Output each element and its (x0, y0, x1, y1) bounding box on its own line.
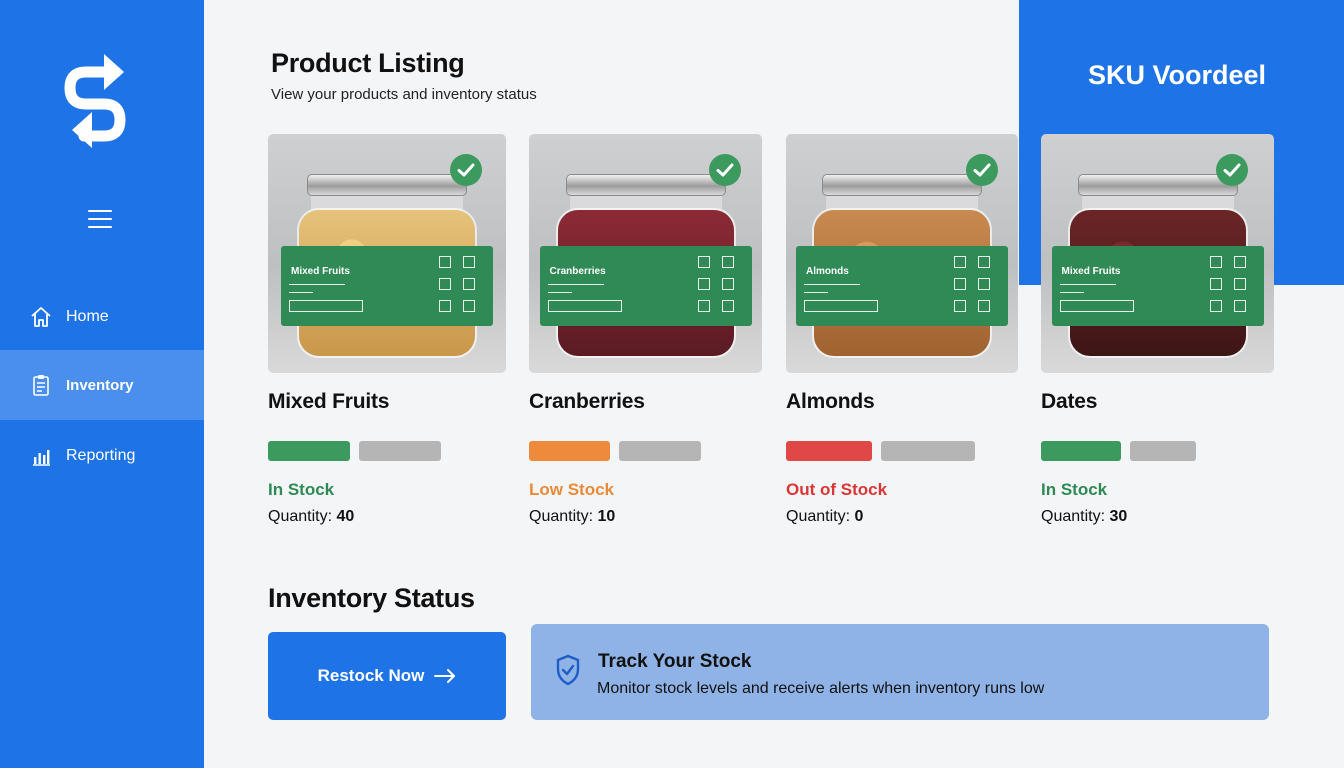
product-name: Dates (1041, 390, 1098, 413)
nav-item-home[interactable]: Home (0, 282, 204, 352)
product-name: Almonds (786, 390, 875, 413)
quantity-label: Quantity: (786, 508, 851, 525)
sidebar: Home Inventory Reporting (0, 0, 204, 768)
jar-label-text: Mixed Fruits (1061, 266, 1121, 277)
jar-image: Mixed Fruits (1051, 174, 1264, 360)
nav-item-label: Inventory (66, 376, 134, 394)
logo-icon[interactable] (58, 50, 138, 150)
quantity-label: Quantity: (268, 508, 333, 525)
quantity-value: 30 (1109, 508, 1128, 525)
status-badge: Out of Stock (786, 480, 888, 499)
quantity: Quantity: 10 (529, 508, 762, 526)
brand-name: SKU Voordeel (1087, 60, 1267, 90)
stock-level-bar (529, 441, 762, 461)
status-badge: Low Stock (529, 480, 615, 499)
clipboard-icon (30, 374, 52, 396)
arrow-right-icon (434, 669, 456, 683)
nav-item-label: Reporting (66, 447, 136, 464)
check-badge-icon (966, 154, 998, 186)
product-name: Cranberries (529, 390, 645, 413)
nav-item-inventory[interactable]: Inventory (0, 350, 204, 420)
quantity-value: 10 (597, 508, 616, 525)
track-stock-panel: Track Your Stock Monitor stock levels an… (531, 624, 1269, 720)
product-image[interactable]: Almonds (786, 134, 1018, 373)
shield-check-icon (555, 654, 581, 686)
track-description: Monitor stock levels and receive alerts … (597, 680, 1045, 697)
product-name: Mixed Fruits (268, 390, 390, 413)
quantity: Quantity: 30 (1041, 508, 1274, 526)
status-badge: In Stock (1041, 480, 1108, 499)
product-card[interactable]: Almonds Almonds Out of Stock Quantity: 0 (786, 134, 1018, 526)
restock-now-button[interactable]: Restock Now (268, 632, 506, 720)
product-image[interactable]: Mixed Fruits (1041, 134, 1274, 373)
track-title: Track Your Stock (598, 651, 752, 672)
status-badge: In Stock (268, 480, 335, 499)
quantity: Quantity: 40 (268, 508, 506, 526)
quantity-value: 40 (336, 508, 355, 525)
jar-image: Mixed Fruits (281, 174, 493, 360)
stock-level-bar (786, 441, 1018, 461)
jar-image: Almonds (796, 174, 1008, 360)
quantity: Quantity: 0 (786, 508, 1018, 526)
check-badge-icon (1216, 154, 1248, 186)
bar-chart-icon (30, 445, 52, 467)
page-subtitle: View your products and inventory status (271, 86, 537, 103)
product-image[interactable]: Cranberries (529, 134, 762, 373)
home-icon (30, 306, 52, 328)
nav-item-label: Home (66, 308, 109, 325)
section-title: Inventory Status (268, 583, 475, 613)
jar-label-text: Almonds (806, 266, 849, 277)
product-card[interactable]: Cranberries Cranberries Low Stock Quanti… (529, 134, 762, 526)
product-card[interactable]: Mixed Fruits Mixed Fruits In Stock Quant… (268, 134, 506, 526)
jar-image: Cranberries (539, 174, 752, 360)
hamburger-menu-icon[interactable] (88, 210, 112, 230)
quantity-label: Quantity: (529, 508, 594, 525)
check-badge-icon (709, 154, 741, 186)
stock-level-bar (1041, 441, 1274, 461)
page-title: Product Listing (271, 48, 465, 78)
restock-label: Restock Now (317, 666, 425, 685)
jar-label-text: Cranberries (549, 266, 606, 277)
check-badge-icon (450, 154, 482, 186)
quantity-label: Quantity: (1041, 508, 1106, 525)
product-image[interactable]: Mixed Fruits (268, 134, 506, 373)
quantity-value: 0 (854, 508, 864, 525)
nav-item-reporting[interactable]: Reporting (0, 421, 204, 491)
stock-level-bar (268, 441, 506, 461)
jar-label-text: Mixed Fruits (291, 266, 350, 277)
product-card[interactable]: Mixed Fruits Dates In Stock Quantity: 30 (1041, 134, 1274, 526)
